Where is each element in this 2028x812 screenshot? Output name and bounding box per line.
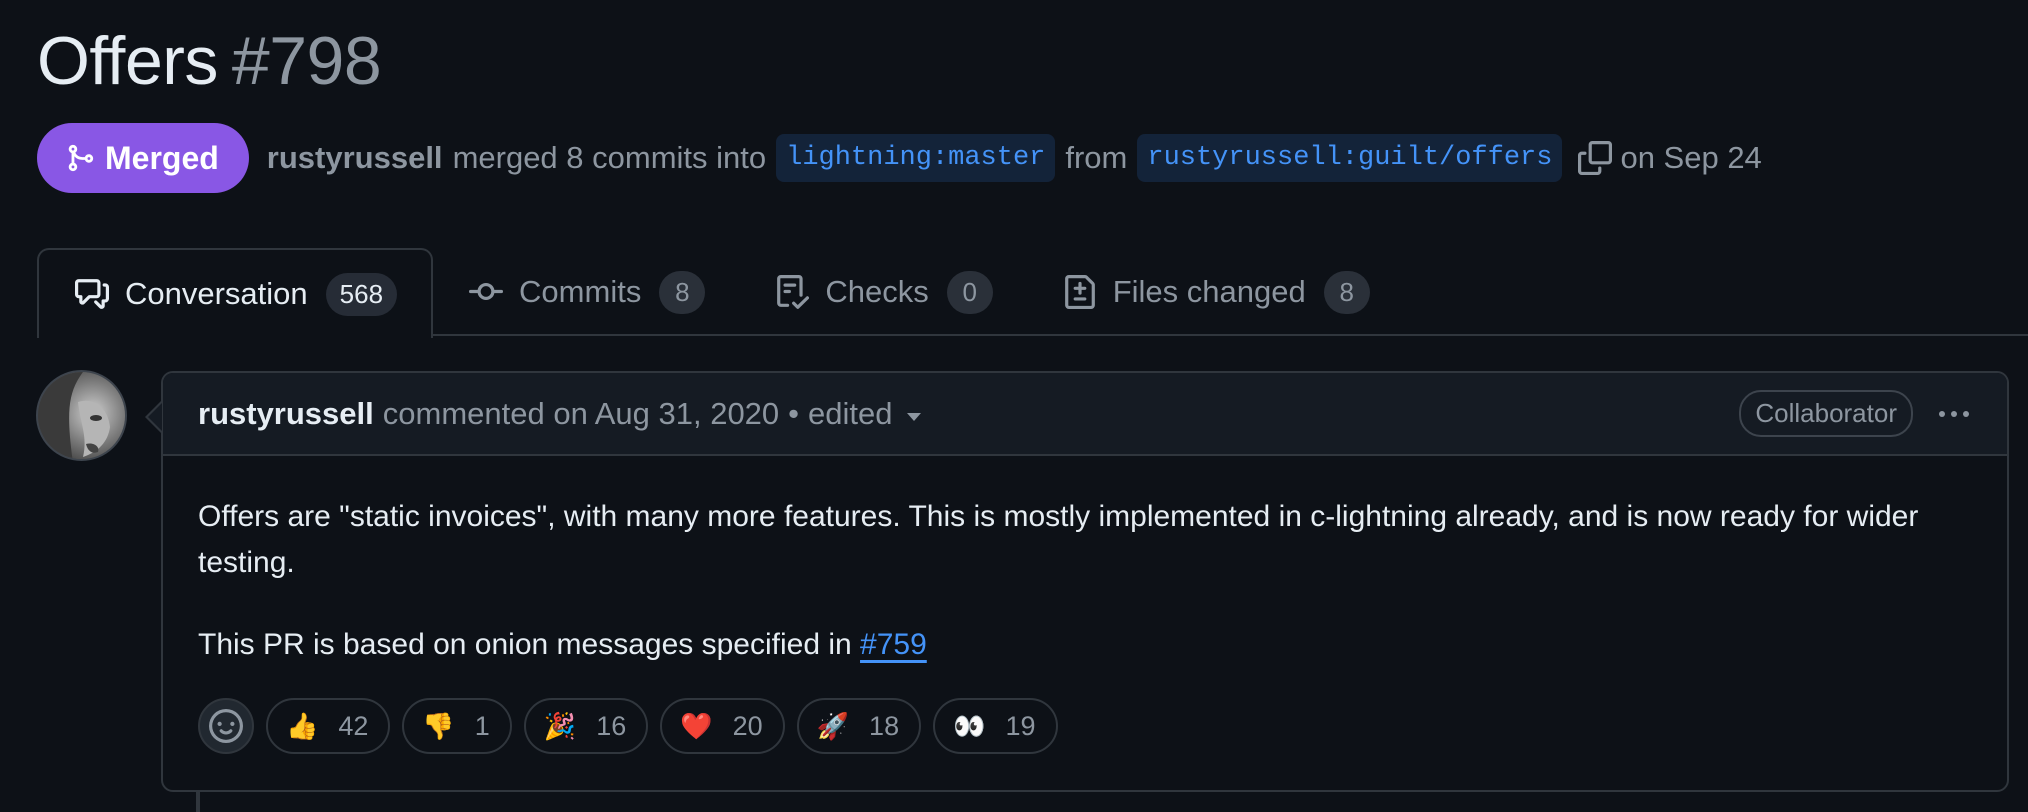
reaction-count: 42 bbox=[338, 710, 369, 741]
reaction-eyes[interactable]: 👀 19 bbox=[933, 698, 1058, 754]
file-diff-icon bbox=[1063, 275, 1097, 309]
separator-dot: • bbox=[788, 395, 800, 431]
comment-discussion-icon bbox=[75, 277, 109, 311]
base-branch-link[interactable]: lightning:master bbox=[776, 134, 1056, 182]
caret-down-icon bbox=[906, 412, 921, 421]
merge-text: merged 8 commits into bbox=[452, 140, 767, 175]
git-commit-icon bbox=[469, 275, 504, 309]
tab-conversation-label: Conversation bbox=[125, 276, 308, 311]
thumbs-down-icon: 👎 bbox=[422, 711, 455, 741]
rocket-icon: 🚀 bbox=[816, 711, 850, 741]
pr-author-link[interactable]: rustyrussell bbox=[267, 140, 443, 176]
tab-commits-count: 8 bbox=[659, 270, 706, 314]
pr-number: #798 bbox=[231, 23, 382, 99]
reaction-thumbs-down[interactable]: 👎 1 bbox=[402, 698, 512, 754]
tab-commits-label: Commits bbox=[519, 274, 642, 309]
merge-date: on Sep 24 bbox=[1620, 140, 1762, 175]
comment-paragraph-1: Offers are "static invoices", with many … bbox=[198, 500, 1919, 579]
reaction-thumbs-up[interactable]: 👍 42 bbox=[266, 698, 391, 754]
comment-box: rustyrussell commented on Aug 31, 2020 •… bbox=[161, 371, 2009, 792]
reaction-count: 18 bbox=[869, 710, 900, 741]
party-popper-icon: 🎉 bbox=[543, 711, 577, 741]
comment-header: rustyrussell commented on Aug 31, 2020 •… bbox=[163, 373, 2007, 456]
reaction-count: 1 bbox=[474, 710, 490, 741]
state-label: Merged bbox=[105, 139, 219, 176]
avatar[interactable] bbox=[36, 370, 127, 461]
comment-paragraph-2: This PR is based on onion messages speci… bbox=[198, 622, 1972, 668]
thumbs-up-icon: 👍 bbox=[286, 711, 319, 741]
reactions-bar: 👍 42 👎 1 🎉 16 ❤️ 20 🚀 18 👀 19 bbox=[198, 698, 1058, 754]
tab-checks-count: 0 bbox=[946, 270, 993, 314]
edited-dropdown[interactable]: edited bbox=[808, 395, 921, 432]
tab-checks-label: Checks bbox=[825, 274, 929, 309]
checklist-icon bbox=[775, 275, 810, 309]
tab-files-changed[interactable]: Files changed 8 bbox=[1027, 248, 1404, 336]
pr-title-text: Offers bbox=[37, 23, 218, 99]
reaction-rocket[interactable]: 🚀 18 bbox=[796, 698, 922, 754]
comment-body: Offers are "static invoices", with many … bbox=[163, 456, 2007, 668]
reaction-heart[interactable]: ❤️ 20 bbox=[660, 698, 785, 754]
timeline-line bbox=[196, 790, 200, 812]
comment-author-link[interactable]: rustyrussell bbox=[198, 396, 374, 432]
comment-timestamp[interactable]: commented on Aug 31, 2020 bbox=[383, 396, 779, 432]
paragraph-2-text: This PR is based on onion messages speci… bbox=[198, 628, 852, 661]
from-text: from bbox=[1065, 140, 1128, 175]
add-reaction-button[interactable] bbox=[198, 698, 254, 754]
edited-label: edited bbox=[808, 395, 893, 431]
kebab-horizontal-icon[interactable] bbox=[1939, 399, 1969, 429]
reaction-count: 20 bbox=[732, 710, 763, 741]
merged-state-badge: Merged bbox=[37, 123, 249, 193]
tab-files-changed-count: 8 bbox=[1323, 270, 1370, 314]
pr-title: Offers #798 bbox=[37, 22, 382, 100]
comment-pointer-inner bbox=[148, 403, 162, 431]
pr-meta: Merged rustyrussell merged 8 commits int… bbox=[37, 123, 1762, 193]
tab-checks[interactable]: Checks 0 bbox=[739, 248, 1026, 336]
reaction-hooray[interactable]: 🎉 16 bbox=[523, 698, 649, 754]
heart-icon: ❤️ bbox=[680, 711, 713, 741]
copy-branch-button[interactable] bbox=[1578, 141, 1613, 175]
tab-files-changed-label: Files changed bbox=[1112, 274, 1306, 309]
reaction-count: 16 bbox=[596, 710, 627, 741]
tab-conversation[interactable]: Conversation 568 bbox=[37, 248, 434, 338]
git-merge-icon bbox=[68, 144, 94, 172]
head-branch-link[interactable]: rustyrussell:guilt/offers bbox=[1137, 134, 1563, 182]
tab-conversation-count: 568 bbox=[325, 272, 398, 316]
collaborator-badge: Collaborator bbox=[1739, 390, 1913, 437]
reaction-count: 19 bbox=[1005, 710, 1036, 741]
smiley-icon bbox=[209, 709, 243, 743]
eyes-icon: 👀 bbox=[953, 711, 986, 741]
tab-commits[interactable]: Commits 8 bbox=[433, 248, 739, 336]
pr-tabs: Conversation 568 Commits 8 Checks 0 File… bbox=[37, 248, 2028, 338]
copy-icon bbox=[1578, 141, 1613, 175]
issue-link[interactable]: #759 bbox=[860, 628, 927, 661]
